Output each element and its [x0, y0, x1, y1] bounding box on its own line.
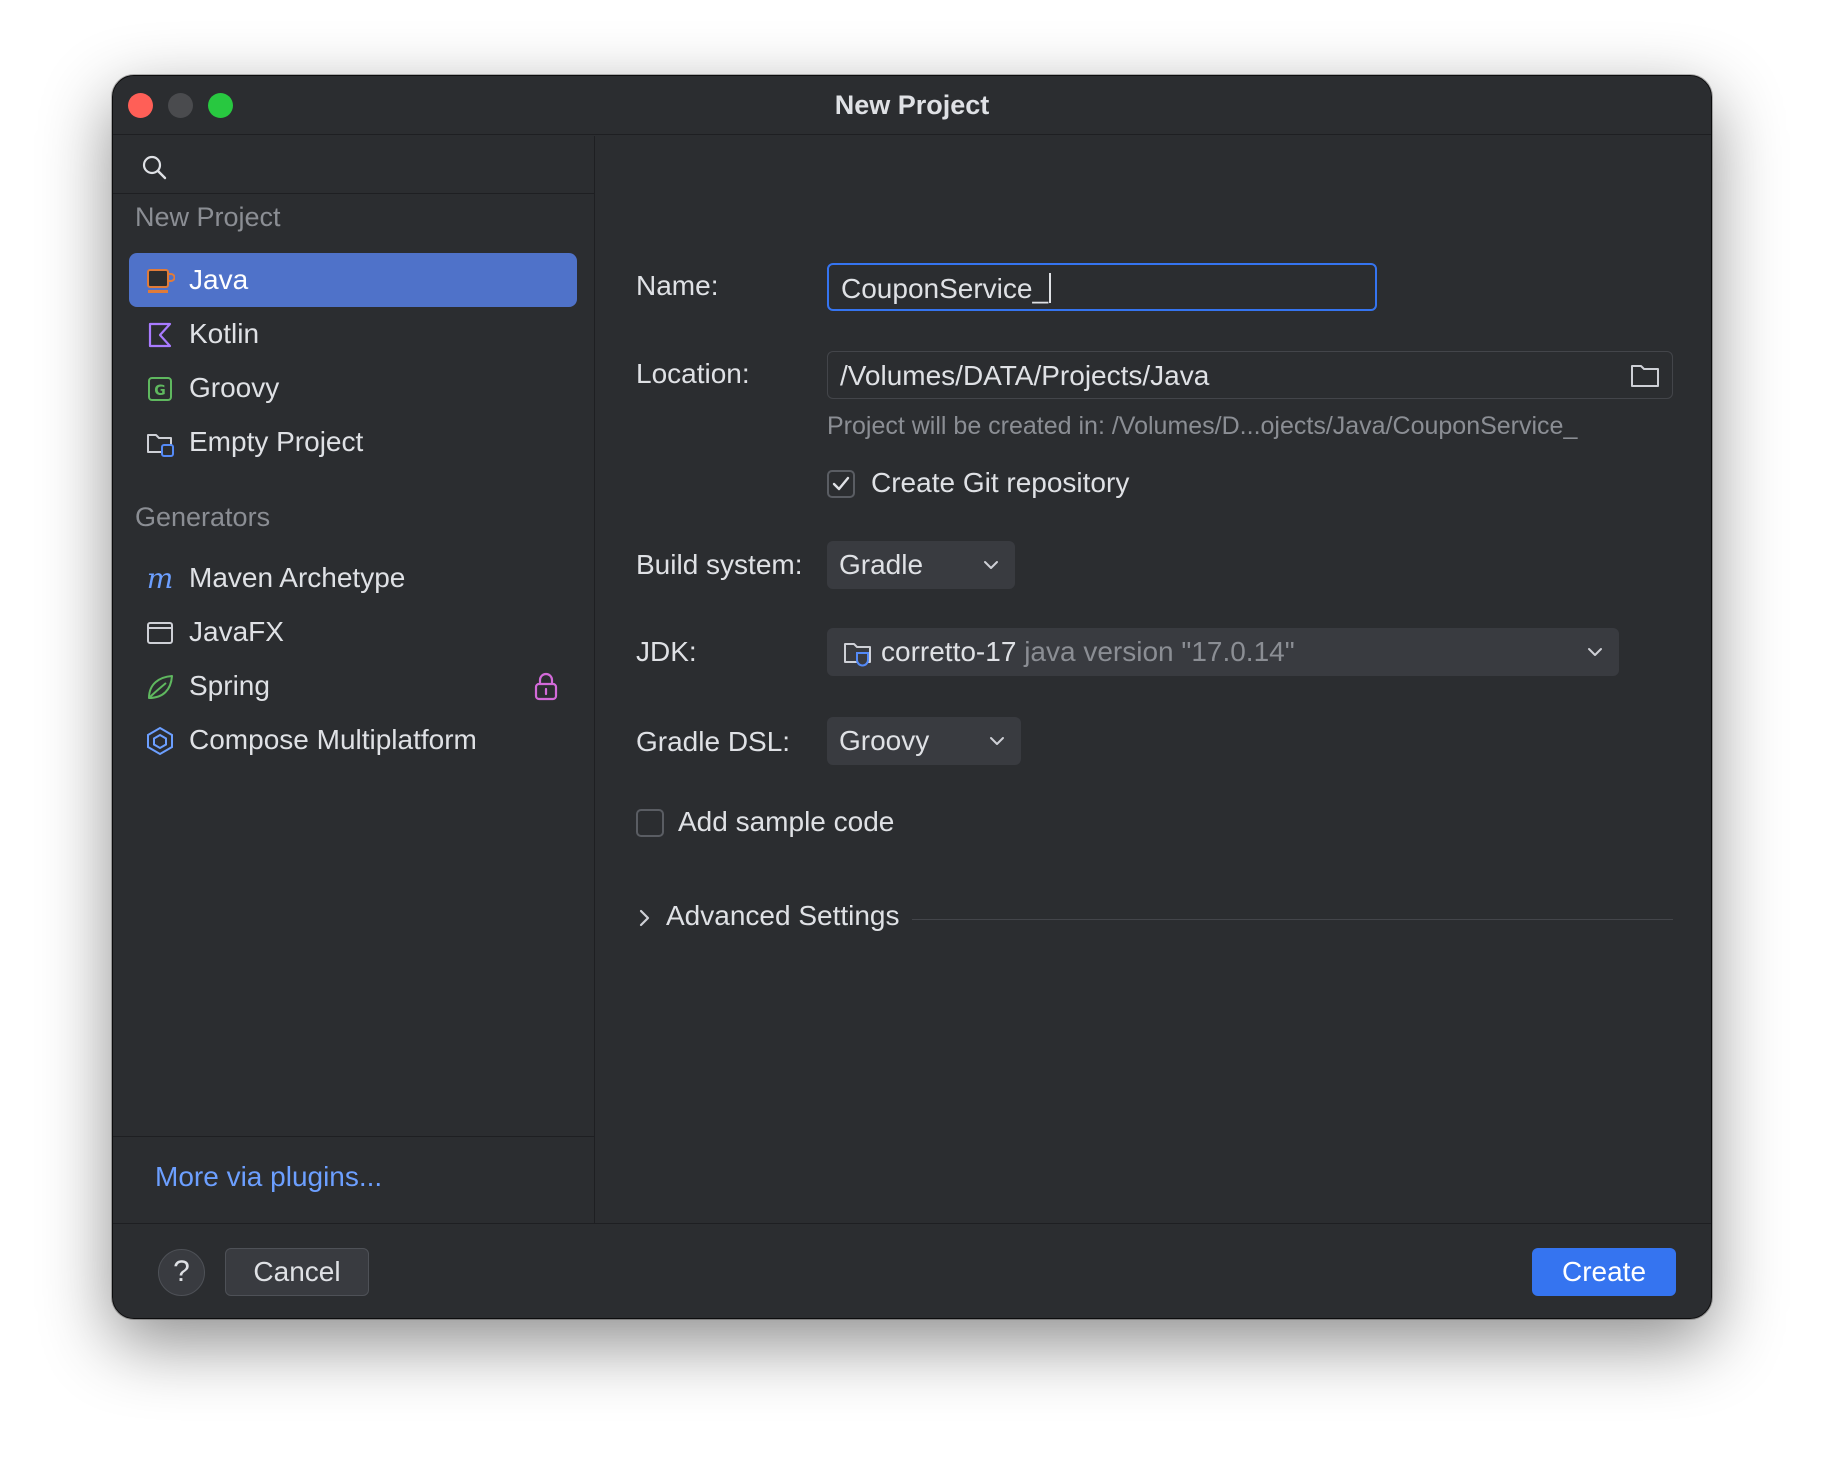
new-project-heading: New Project: [135, 202, 281, 232]
groovy-icon: G: [148, 377, 172, 401]
sidebar-item-java[interactable]: Java: [129, 253, 577, 307]
jdk-label: JDK:: [636, 636, 697, 667]
sidebar-footer: More via plugins...: [113, 1136, 594, 1223]
gradle-dsl-dropdown[interactable]: Groovy: [827, 717, 1021, 765]
sidebar-item-groovy[interactable]: G Groovy: [129, 361, 577, 415]
generators-heading: Generators: [135, 502, 271, 532]
create-git-checkbox[interactable]: [827, 470, 855, 498]
browse-folder-icon[interactable]: [1630, 362, 1660, 388]
dialog-button-bar: ? Cancel Create: [113, 1223, 1711, 1318]
title-bar: New Project: [113, 76, 1711, 135]
search-icon: [142, 155, 167, 180]
window-title: New Project: [834, 90, 990, 120]
jdk-value: corretto-17: [881, 636, 1017, 667]
project-form: Name: CouponService_ Location: /Volumes/…: [596, 136, 1711, 1223]
sidebar: New Project Java Kotlin G Groovy Empty P…: [113, 136, 595, 1223]
jdk-version: java version "17.0.14": [1024, 636, 1295, 667]
advanced-settings-divider: [912, 919, 1673, 920]
create-git-label[interactable]: Create Git repository: [871, 467, 1129, 499]
add-sample-code-checkbox[interactable]: [636, 809, 664, 837]
more-via-plugins-link[interactable]: More via plugins...: [155, 1161, 382, 1193]
java-icon: [147, 269, 175, 293]
sidebar-item-label: Java: [189, 264, 249, 295]
advanced-settings-label: Advanced Settings: [666, 900, 900, 931]
location-hint: Project will be created in: /Volumes/D..…: [827, 412, 1578, 440]
sidebar-item-label: Spring: [189, 670, 270, 701]
jdk-folder-icon: [844, 643, 871, 667]
jdk-dropdown[interactable]: corretto-17 java version "17.0.14": [827, 628, 1619, 676]
maven-icon: m: [147, 564, 174, 594]
advanced-settings-toggle[interactable]: Advanced Settings: [636, 898, 1673, 938]
cancel-button[interactable]: Cancel: [225, 1248, 369, 1296]
chevron-right-icon: [639, 909, 650, 927]
help-button[interactable]: ?: [158, 1249, 205, 1296]
build-system-value: Gradle: [839, 549, 924, 580]
create-button[interactable]: Create: [1532, 1248, 1676, 1296]
sidebar-item-label: JavaFX: [189, 616, 284, 647]
text-caret: [1049, 273, 1052, 303]
build-system-dropdown[interactable]: Gradle: [827, 541, 1015, 589]
gradle-dsl-label: Gradle DSL:: [636, 726, 791, 757]
sidebar-search[interactable]: [113, 136, 594, 194]
svg-text:G: G: [154, 383, 166, 399]
name-input[interactable]: CouponService_: [827, 263, 1377, 311]
gradle-dsl-value: Groovy: [839, 725, 930, 756]
chevron-down-icon: [990, 737, 1004, 745]
location-label: Location:: [636, 358, 750, 389]
sidebar-item-empty-project[interactable]: Empty Project: [129, 415, 577, 469]
sidebar-item-maven-archetype[interactable]: m Maven Archetype: [129, 551, 577, 605]
name-label: Name:: [636, 270, 719, 301]
sidebar-item-label: Groovy: [189, 372, 280, 403]
chevron-down-icon: [1588, 648, 1602, 656]
chevron-down-icon: [984, 561, 998, 569]
compose-icon: [147, 726, 173, 756]
empty-project-icon: [147, 434, 174, 457]
new-project-dialog: New Project New Project Java Kotlin G Gr…: [112, 75, 1712, 1319]
sidebar-item-spring[interactable]: Spring: [129, 659, 577, 713]
build-system-label: Build system:: [636, 549, 803, 580]
sidebar-item-label: Compose Multiplatform: [189, 724, 477, 755]
add-sample-code-label[interactable]: Add sample code: [678, 806, 894, 838]
kotlin-icon: [148, 322, 172, 348]
sidebar-item-kotlin[interactable]: Kotlin: [129, 307, 577, 361]
sidebar-item-label: Maven Archetype: [189, 562, 406, 593]
javafx-icon: [147, 622, 173, 644]
svg-text:m: m: [147, 564, 174, 594]
name-value: CouponService_: [841, 273, 1049, 304]
lock-icon: [534, 672, 558, 701]
sidebar-item-javafx[interactable]: JavaFX: [129, 605, 577, 659]
sidebar-item-label: Empty Project: [189, 426, 364, 457]
location-input[interactable]: /Volumes/DATA/Projects/Java: [827, 351, 1673, 399]
location-value: /Volumes/DATA/Projects/Java: [840, 360, 1210, 391]
sidebar-item-label: Kotlin: [189, 318, 260, 349]
checkmark-icon: [832, 476, 850, 491]
sidebar-item-compose-multiplatform[interactable]: Compose Multiplatform: [129, 713, 577, 767]
spring-icon: [148, 675, 173, 699]
